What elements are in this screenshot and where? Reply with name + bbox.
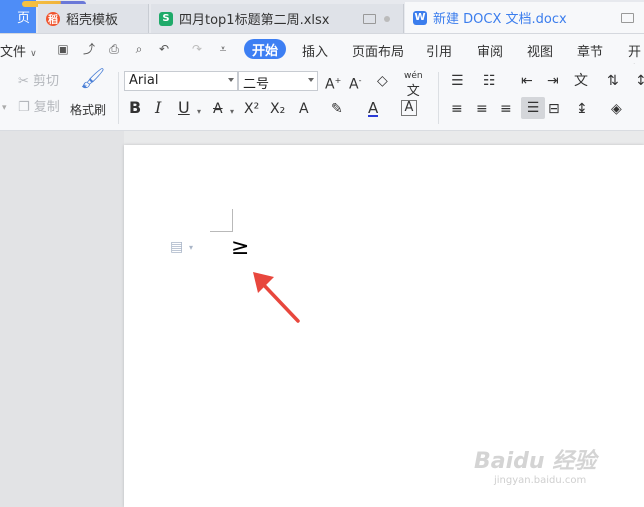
tab-docx-file[interactable]: W 新建 DOCX 文档.docx — [405, 2, 644, 33]
tab-view[interactable]: 视图 — [527, 41, 553, 60]
margin-corner-marker — [210, 209, 233, 232]
chevron-down-icon[interactable]: ▾ — [197, 104, 201, 120]
align-center-icon[interactable]: ≡ — [476, 101, 488, 117]
tab-page-layout[interactable]: 页面布局 — [352, 41, 404, 60]
quick-access-dropdown-icon[interactable]: ⩡ — [216, 42, 230, 56]
chevron-down-icon[interactable]: ▾ — [189, 243, 193, 252]
font-size-value: 二号 — [243, 77, 270, 92]
export-icon[interactable]: ⤴ — [82, 42, 96, 56]
watermark-brand: Baidu 经验 — [474, 449, 597, 474]
tab-stroke-template[interactable]: 稻 稻壳模板 — [38, 4, 149, 33]
menu-file-label: 文件 — [0, 45, 27, 60]
tab-xlsx-label: 四月top1标题第二周.xlsx — [179, 13, 330, 28]
cut-button[interactable]: ✂ 剪切 — [18, 74, 59, 90]
chevron-down-icon — [228, 78, 234, 82]
distributed-align-icon[interactable]: ⊟ — [548, 101, 560, 117]
tab-home-label: 页 — [16, 11, 30, 26]
document-text[interactable]: ≥ — [231, 235, 249, 260]
tab-review[interactable]: 审阅 — [477, 41, 503, 60]
bullet-list-icon[interactable]: ☰ — [451, 73, 464, 89]
copy-button[interactable]: ❐ 复制 — [18, 100, 60, 116]
align-right-icon[interactable]: ≡ — [500, 101, 512, 117]
font-name-value: Arial — [129, 73, 159, 88]
save-icon[interactable]: ▣ — [56, 42, 70, 56]
print-icon[interactable]: ⎙ — [107, 42, 121, 56]
tab-insert[interactable]: 插入 — [302, 41, 328, 60]
bold-button[interactable]: B — [129, 100, 141, 116]
font-size-select[interactable]: 二号 — [238, 71, 318, 92]
justify-icon[interactable]: ☰ — [521, 97, 545, 119]
tab-stroke-label: 稻壳模板 — [66, 13, 119, 28]
font-name-select[interactable]: Arial — [124, 71, 238, 91]
chevron-down-icon: ∨ — [30, 49, 37, 59]
group-divider — [438, 72, 439, 124]
pinyin-guide-icon[interactable]: wén 文 — [404, 68, 423, 101]
sort-icon[interactable]: ↕ — [635, 73, 644, 89]
document-icon: W — [413, 10, 427, 25]
spreadsheet-icon: S — [159, 11, 173, 26]
chevron-down-icon[interactable]: ▾ — [230, 104, 234, 120]
grow-font-icon[interactable]: A+ — [325, 73, 341, 93]
italic-button[interactable]: I — [155, 100, 161, 116]
undo-icon[interactable]: ↶ — [157, 42, 171, 56]
tab-bar: 页 稻 稻壳模板 S 四月top1标题第二周.xlsx W 新建 DOCX 文档… — [0, 0, 644, 34]
shrink-font-icon[interactable]: A- — [349, 73, 361, 93]
document-page[interactable]: ▤ ▾ ≥ Baidu 经验 jingyan.baidu.com — [124, 145, 644, 507]
copy-label: 复制 — [33, 100, 60, 115]
monitor-icon[interactable] — [363, 13, 377, 24]
shading-icon[interactable]: ◈ — [611, 101, 622, 117]
menu-file[interactable]: 文件 ∨ — [0, 41, 37, 60]
numbered-list-icon[interactable]: ☷ — [483, 73, 496, 89]
char-border-icon[interactable]: A — [401, 100, 417, 116]
format-painter-button[interactable]: 格式刷 — [70, 102, 106, 118]
superscript-button[interactable]: X² — [244, 101, 259, 117]
ribbon-toolbar: ✂ 剪切 ❐ 复制 ▾ 🖌 格式刷 Arial 二号 A+ A- ◇ wén 文 … — [0, 64, 644, 131]
decrease-indent-icon[interactable]: ⇤ — [521, 73, 533, 89]
subscript-button[interactable]: X₂ — [270, 101, 285, 117]
workspace-margin — [0, 131, 124, 507]
menu-bar: 文件 ∨ ▣ ⤴ ⎙ ⌕ ↶ ↷ ⩡ 开始 插入 页面布局 引用 审阅 视图 章… — [0, 34, 644, 79]
underline-button[interactable]: U — [178, 100, 190, 116]
clear-format-icon[interactable]: ◇ — [377, 73, 388, 89]
group-divider — [118, 72, 119, 124]
tab-references[interactable]: 引用 — [426, 41, 452, 60]
annotation-arrow-icon — [253, 272, 300, 323]
highlight-icon[interactable]: ✎ — [331, 101, 343, 117]
pinyin-guide-label: wén — [404, 71, 423, 81]
tab-xlsx-file[interactable]: S 四月top1标题第二周.xlsx — [151, 4, 404, 33]
unsaved-dot-icon — [384, 15, 391, 22]
stroke-logo-icon: 稻 — [46, 11, 60, 26]
chevron-down-icon — [308, 78, 314, 82]
watermark-url: jingyan.baidu.com — [494, 475, 587, 486]
strikethrough-icon[interactable]: A — [213, 101, 223, 117]
tab-start-label: 开始 — [251, 43, 278, 59]
increase-indent-icon[interactable]: ⇥ — [547, 73, 559, 89]
monitor-icon[interactable] — [620, 12, 634, 23]
show-hide-marks-icon[interactable]: ⇅ — [607, 73, 619, 89]
tab-start[interactable]: 开始 — [244, 39, 286, 59]
copy-icon: ❐ — [18, 100, 30, 115]
print-preview-icon[interactable]: ⌕ — [132, 42, 146, 56]
chinese-layout-icon[interactable]: 文 — [574, 73, 588, 89]
text-effects-icon[interactable]: A — [299, 101, 309, 117]
tab-docx-label: 新建 DOCX 文档.docx — [433, 12, 567, 27]
tab-chapter[interactable]: 章节 — [577, 41, 603, 60]
align-left-icon[interactable]: ≡ — [451, 101, 463, 117]
format-painter-icon: 🖌 — [80, 66, 106, 90]
redo-icon[interactable]: ↷ — [190, 42, 204, 56]
font-color-icon[interactable]: A — [368, 101, 379, 117]
paste-dropdown-icon[interactable]: ▾ — [2, 100, 7, 116]
cut-label: 剪切 — [33, 74, 60, 89]
paste-options-icon[interactable]: ▤ — [170, 239, 183, 255]
scissors-icon: ✂ — [18, 74, 29, 89]
line-spacing-icon[interactable]: ↨ — [576, 101, 588, 117]
